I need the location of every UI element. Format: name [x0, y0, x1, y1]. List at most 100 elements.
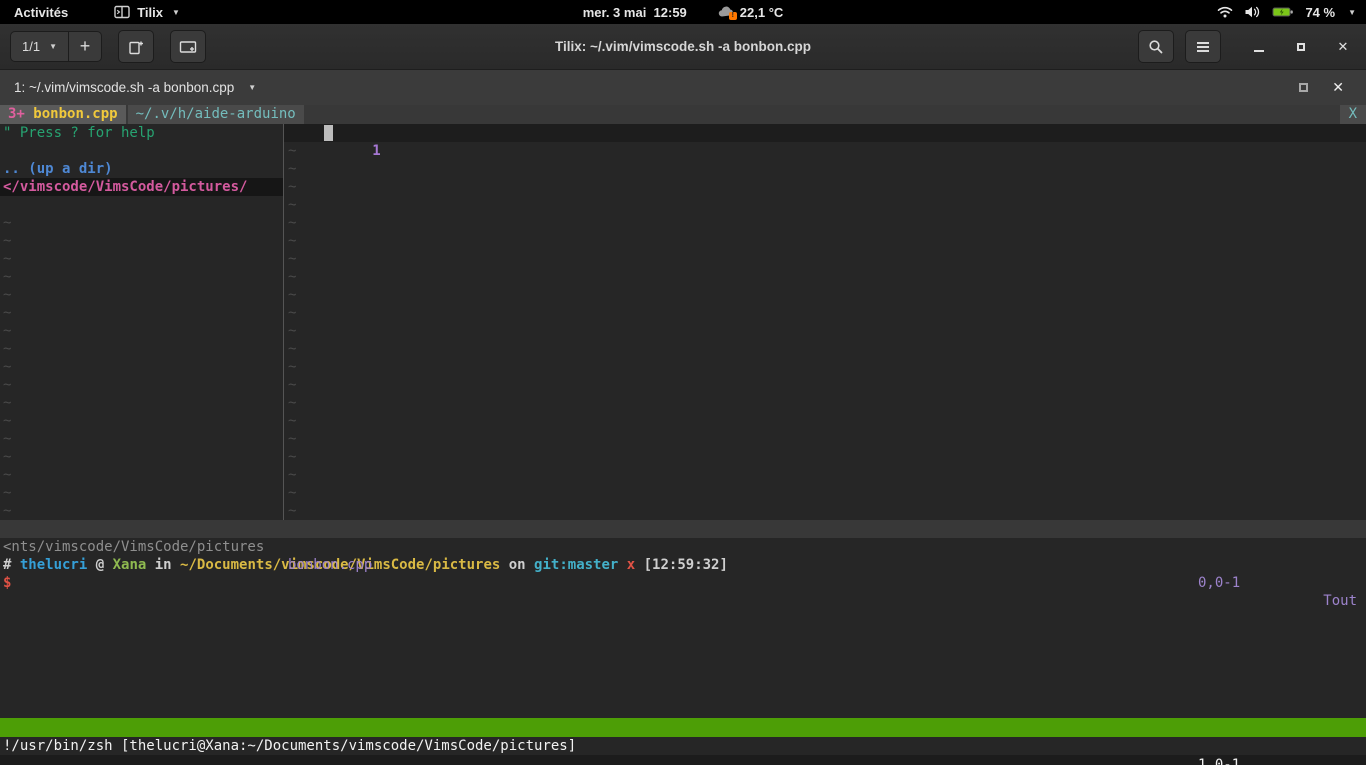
maximize-icon — [1297, 43, 1305, 51]
nerdtree-blank-line — [0, 142, 283, 160]
vim-tab-modified-flag: 3+ — [8, 106, 25, 122]
prompt-hostname: Xana — [113, 557, 147, 573]
session-close-button[interactable]: ✕ — [1332, 79, 1344, 96]
tilde-row: ~ — [284, 466, 1366, 484]
maximize-button[interactable] — [1288, 34, 1314, 60]
chevron-down-icon: ▼ — [49, 42, 57, 51]
session-tab-label: 1: ~/.vim/vimscode.sh -a bonbon.cpp — [14, 80, 234, 95]
tilde-row: ~ — [284, 178, 1366, 196]
nerdtree-blank-line — [0, 196, 283, 214]
session-counter-label: 1/1 — [22, 39, 40, 54]
tilde-row: ~ — [284, 448, 1366, 466]
tilde-row: ~ — [284, 394, 1366, 412]
tilde-row: ~ — [0, 484, 283, 502]
nerdtree-tilde-column: ~~~~~~~~~~~~~~~~~ — [0, 214, 283, 520]
chevron-down-icon: ▼ — [248, 83, 256, 92]
search-button[interactable] — [1138, 30, 1174, 63]
line-number: 1 — [372, 143, 380, 159]
session-maximize-button[interactable] — [1299, 83, 1308, 92]
minimize-button[interactable] — [1246, 34, 1272, 60]
prompt-timestamp: [12:59:32] — [635, 557, 728, 573]
tilde-row: ~ — [0, 466, 283, 484]
close-button[interactable]: ✕ — [1330, 34, 1356, 60]
editor-cursor-line: 1 — [284, 124, 1366, 142]
statusline-filename: bonbon.cpp — [288, 556, 372, 574]
split-right-button[interactable] — [118, 30, 154, 63]
nerdtree-root-dir[interactable]: </vimscode/VimsCode/pictures/ — [0, 178, 283, 196]
tilde-row: ~ — [0, 358, 283, 376]
battery-percentage: 74 % — [1305, 5, 1335, 20]
weather-indicator[interactable]: ! 22,1 °C — [717, 4, 784, 20]
add-session-button[interactable]: + — [69, 31, 102, 62]
chevron-down-icon: ▼ — [1348, 8, 1356, 17]
prompt-git-dirty-flag: x — [618, 557, 635, 573]
nerdtree-pane[interactable]: " Press ? for help .. (up a dir) </vimsc… — [0, 124, 283, 520]
vim-tab-active[interactable]: 3+ bonbon.cpp — [0, 105, 126, 124]
tilde-row: ~ — [0, 250, 283, 268]
vim-cursor — [324, 125, 333, 141]
window-title: Tilix: ~/.vim/vimscode.sh -a bonbon.cpp — [555, 39, 811, 54]
tilde-row: ~ — [0, 502, 283, 520]
prompt-on-separator: on — [500, 557, 534, 573]
tilde-row: ~ — [284, 358, 1366, 376]
vim-tabline: 3+ bonbon.cpp ~/.v/h/aide-arduino X — [0, 105, 1366, 124]
tilde-row: ~ — [284, 430, 1366, 448]
shell-prompt-line2[interactable]: $ — [0, 574, 1366, 592]
statusline-scroll-indicator: Tout — [1323, 592, 1357, 610]
tilde-row: ~ — [284, 340, 1366, 358]
system-status-area[interactable]: 74 % ▼ — [1217, 5, 1366, 20]
statusline-cursor-position: 0,0-1 — [1198, 574, 1240, 592]
tilde-row: ~ — [284, 376, 1366, 394]
terminal-buffer-position: 1,0-1 — [1198, 756, 1240, 765]
main-menu-button[interactable] — [1185, 30, 1221, 63]
tilde-row: ~ — [284, 412, 1366, 430]
nerdtree-up-dir[interactable]: .. (up a dir) — [0, 160, 283, 178]
statusline-nerdtree-path: <nts/vimscode/VimsCode/pictures — [3, 538, 264, 556]
terminal-buffer-statusline: !/usr/bin/zsh [thelucri@Xana:~/Documents… — [0, 718, 1366, 737]
tilix-headerbar: 1/1 ▼ + — [0, 24, 1366, 70]
terminal-view[interactable]: 3+ bonbon.cpp ~/.v/h/aide-arduino X " Pr… — [0, 105, 1366, 765]
search-icon — [1148, 39, 1164, 55]
tilde-row: ~ — [0, 376, 283, 394]
vim-tabline-close-button[interactable]: X — [1340, 105, 1366, 124]
tilde-row: ~ — [0, 286, 283, 304]
vim-tabline-fill — [304, 105, 1340, 124]
tilde-row: ~ — [0, 412, 283, 430]
nerdtree-help-line: " Press ? for help — [0, 124, 283, 142]
tilde-row: ~ — [0, 304, 283, 322]
vim-tab-filename: bonbon.cpp — [33, 106, 117, 122]
maximize-icon — [1299, 83, 1308, 92]
prompt-at-separator: @ — [87, 557, 112, 573]
tilde-row: ~ — [284, 502, 1366, 520]
tilde-row: ~ — [284, 250, 1366, 268]
clock[interactable]: mer. 3 mai 12:59 — [583, 5, 687, 20]
session-counter-button[interactable]: 1/1 ▼ — [10, 31, 69, 62]
tilde-row: ~ — [284, 232, 1366, 250]
window-bottom-edge — [0, 755, 1366, 765]
tilde-row: ~ — [0, 448, 283, 466]
minimize-icon — [1254, 50, 1264, 52]
terminal-empty-area — [0, 592, 1366, 718]
tilde-row: ~ — [0, 268, 283, 286]
plus-icon: + — [80, 36, 91, 57]
wifi-icon — [1217, 5, 1233, 19]
gnome-top-bar: Activités Tilix ▼ mer. 3 mai 12:59 — [0, 0, 1366, 24]
tilde-row: ~ — [284, 142, 1366, 160]
session-tab-bar: 1: ~/.vim/vimscode.sh -a bonbon.cpp ▼ ✕ — [0, 70, 1366, 105]
split-down-icon — [179, 39, 197, 55]
desktop-screen: Activités Tilix ▼ mer. 3 mai 12:59 — [0, 0, 1366, 765]
split-down-button[interactable] — [170, 30, 206, 63]
hamburger-menu-icon — [1196, 41, 1210, 53]
temperature-label: 22,1 °C — [740, 5, 784, 20]
tilde-row: ~ — [0, 214, 283, 232]
tilde-row: ~ — [284, 196, 1366, 214]
editor-pane[interactable]: 1 ~~~~~~~~~~~~~~~~~~~~~ — [283, 124, 1366, 520]
close-icon: ✕ — [1338, 39, 1349, 55]
battery-icon — [1272, 5, 1294, 19]
vim-tab-inactive[interactable]: ~/.v/h/aide-arduino — [128, 105, 304, 124]
session-tab[interactable]: 1: ~/.vim/vimscode.sh -a bonbon.cpp ▼ — [14, 80, 256, 95]
tilde-row: ~ — [0, 322, 283, 340]
editor-tilde-column: ~~~~~~~~~~~~~~~~~~~~~ — [284, 142, 1366, 520]
prompt-in-separator: in — [146, 557, 180, 573]
terminal-buffer-title: !/usr/bin/zsh [thelucri@Xana:~/Documents… — [3, 737, 576, 756]
